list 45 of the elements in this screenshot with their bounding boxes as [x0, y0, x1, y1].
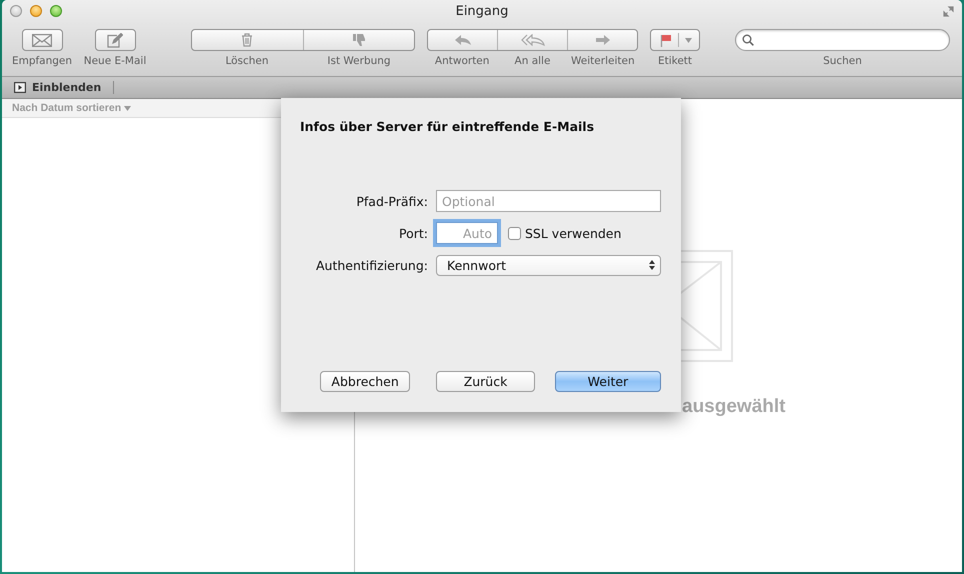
show-favorites-button[interactable]: Einblenden: [14, 81, 102, 94]
toolbar-label: Etikett: [658, 55, 692, 68]
compose-icon: [107, 32, 123, 48]
forward-arrow-icon: [594, 34, 610, 46]
caret-icon: [685, 38, 692, 42]
minimize-button[interactable]: [30, 5, 42, 17]
toolbar-label: Ist Werbung: [326, 55, 392, 68]
reply-all-icon: [520, 34, 544, 46]
empty-state-text: ausgewählt: [682, 396, 786, 418]
dialog-button[interactable]: Weiter: [554, 371, 661, 392]
checkbox-label: SSL verwenden: [525, 226, 622, 240]
zoom-button[interactable]: [50, 5, 62, 17]
close-button[interactable]: [10, 5, 22, 17]
stepper-arrows-icon: [649, 260, 655, 270]
caret-icon: [124, 106, 132, 110]
toolbar-label: Empfangen: [12, 55, 72, 68]
input-field[interactable]: Optional: [436, 190, 661, 212]
toolbar-label: Weiterleiten: [570, 55, 636, 68]
search-field[interactable]: [735, 29, 950, 51]
dropdown[interactable]: Kennwort: [436, 254, 661, 276]
dialog-button[interactable]: Abbrechen: [320, 371, 410, 392]
dialog-button[interactable]: Zurück: [436, 371, 535, 392]
flag-icon: [660, 34, 672, 46]
toolbar-button[interactable]: [22, 29, 62, 51]
port-field[interactable]: Auto: [436, 222, 498, 244]
dialog-title: Infos über Server für eintreffende E-Mails: [300, 119, 596, 134]
toolbar-label: Neue E-Mail: [84, 55, 146, 68]
field-label: Port:: [398, 226, 428, 240]
reply-icon: [454, 34, 472, 46]
envelope-icon: [32, 34, 52, 46]
toolbar-label: Löschen: [224, 55, 270, 68]
field-label: Pfad-Präfix:: [355, 194, 428, 208]
play-box-icon: [14, 82, 26, 93]
trash-icon: [241, 33, 254, 47]
window-title: Eingang: [456, 4, 508, 19]
toolbar-button[interactable]: [94, 29, 136, 51]
thumbs-down-icon: [352, 33, 366, 47]
field-label: Authentifizierung:: [314, 258, 428, 272]
search-icon: [742, 34, 754, 46]
toolbar-label: Suchen: [823, 55, 862, 68]
toolbar-label: Antworten: [434, 55, 490, 68]
flag-menu-button[interactable]: [650, 29, 700, 51]
toolbar-label: An alle: [514, 55, 552, 68]
checkbox[interactable]: [508, 226, 521, 240]
fullscreen-icon[interactable]: [943, 6, 954, 17]
